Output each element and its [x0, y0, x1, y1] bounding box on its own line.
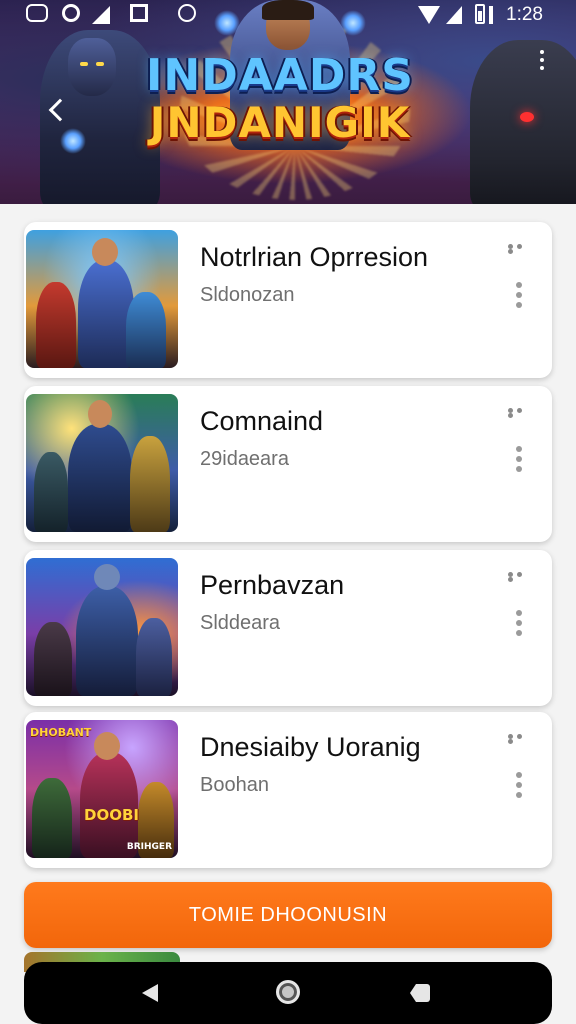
back-button[interactable] [22, 48, 72, 122]
game-subtitle: Slddeara [200, 612, 281, 634]
more-vertical-icon [516, 610, 522, 616]
banner-hero-left-helmet [68, 38, 116, 96]
more-vertical-icon [516, 282, 522, 288]
more-horizontal-icon [517, 734, 522, 739]
thumbnail-title-text: DOOBI [84, 806, 139, 824]
more-horizontal-icon [508, 577, 513, 582]
more-horizontal-icon [508, 413, 513, 418]
more-vertical-icon [516, 466, 522, 472]
primary-action-button[interactable]: TOMIE DHOONUSIN [24, 882, 552, 948]
nav-back-triangle-icon[interactable] [142, 984, 158, 1002]
thumb-hero-figure [34, 622, 72, 696]
wifi-icon [418, 6, 440, 24]
thumb-hero-figure [34, 452, 68, 532]
overflow-menu-button[interactable] [534, 50, 550, 76]
game-thumbnail[interactable]: DHOBANT DOOBI BRIHGER [26, 720, 178, 858]
status-time: 1:28 [506, 4, 543, 25]
more-horizontal-icon [508, 249, 513, 254]
game-title: Pernbavzan [200, 570, 345, 600]
nav-recent-square-icon[interactable] [410, 984, 430, 1002]
battery-icon [489, 6, 493, 24]
more-vertical-icon [516, 292, 522, 298]
thumb-hero-figure [76, 586, 138, 696]
banner-hero-right-figure [470, 40, 576, 204]
game-card[interactable]: DHOBANT DOOBI BRIHGER Dnesiaiby Uoranig … [24, 712, 552, 868]
cell-signal-icon [446, 6, 462, 24]
game-card[interactable]: Notrlrian Oprresion Sldonozan [24, 222, 552, 378]
overflow-menu-icon [540, 50, 544, 54]
card-options-button[interactable] [508, 408, 534, 418]
banner-hero-eye [96, 62, 104, 66]
thumb-hero-face [88, 400, 112, 428]
game-card[interactable]: Comnaind 29idaeara [24, 386, 552, 542]
thumb-hero-figure [136, 618, 172, 696]
banner-title-line2: JNDANIGIK [149, 98, 411, 147]
overflow-menu-icon [540, 58, 544, 62]
thumb-hero-figure [68, 424, 132, 532]
game-thumbnail[interactable] [26, 230, 178, 368]
signal-notification-icon [92, 6, 110, 24]
more-vertical-icon [516, 772, 522, 778]
more-vertical-icon [516, 456, 522, 462]
game-thumbnail[interactable] [26, 394, 178, 532]
card-options-button[interactable] [508, 734, 534, 744]
game-card[interactable]: Pernbavzan Slddeara [24, 550, 552, 706]
thumb-hero-face [94, 732, 120, 760]
battery-icon [475, 4, 485, 24]
circle-notification-icon [62, 4, 80, 22]
more-horizontal-icon [517, 408, 522, 413]
banner-title-line1: INDAADRS [146, 50, 414, 101]
more-vertical-icon [516, 446, 522, 452]
game-title: Comnaind [200, 406, 324, 436]
card-options-button[interactable] [508, 244, 534, 254]
game-subtitle: Sldonozan [200, 284, 295, 306]
game-subtitle: Boohan [200, 774, 269, 796]
more-vertical-icon [516, 630, 522, 636]
more-horizontal-icon [517, 572, 522, 577]
card-menu-button[interactable] [514, 282, 524, 310]
thumbnail-caption-text: BRIHGER [126, 842, 172, 852]
header-banner: INDAADRS JNDANIGIK [0, 0, 576, 204]
banner-hero-eye [80, 62, 88, 66]
thumb-hero-figure [126, 292, 166, 368]
thumb-hero-figure [130, 436, 170, 532]
square-notification-icon [130, 4, 148, 22]
card-options-button[interactable] [508, 572, 534, 582]
more-horizontal-icon [508, 739, 513, 744]
thumb-hero-helmet [94, 564, 120, 590]
nav-home-circle-icon[interactable] [276, 980, 300, 1004]
banner-game-title: INDAADRS JNDANIGIK [120, 52, 440, 146]
clock-notification-icon [178, 4, 196, 22]
banner-hero-right-eye [520, 112, 534, 122]
more-vertical-icon [516, 302, 522, 308]
camera-notification-icon [26, 4, 48, 22]
game-title: Notrlrian Oprresion [200, 242, 429, 272]
more-vertical-icon [516, 792, 522, 798]
more-vertical-icon [516, 620, 522, 626]
game-title: Dnesiaiby Uoranig [200, 732, 421, 762]
card-menu-button[interactable] [514, 610, 524, 638]
more-vertical-icon [516, 782, 522, 788]
thumb-hero-face [92, 238, 118, 266]
thumb-hero-figure [36, 282, 76, 368]
thumb-hero-figure [32, 778, 72, 858]
status-bar: 1:28 [0, 0, 576, 30]
game-subtitle: 29idaeara [200, 448, 289, 470]
overflow-menu-icon [540, 66, 544, 70]
system-navigation-bar [24, 962, 552, 1024]
card-menu-button[interactable] [514, 446, 524, 474]
thumbnail-logo-text: DHOBANT [30, 726, 92, 739]
banner-energy-spark [60, 128, 86, 154]
game-thumbnail[interactable] [26, 558, 178, 696]
card-menu-button[interactable] [514, 772, 524, 800]
more-horizontal-icon [517, 244, 522, 249]
